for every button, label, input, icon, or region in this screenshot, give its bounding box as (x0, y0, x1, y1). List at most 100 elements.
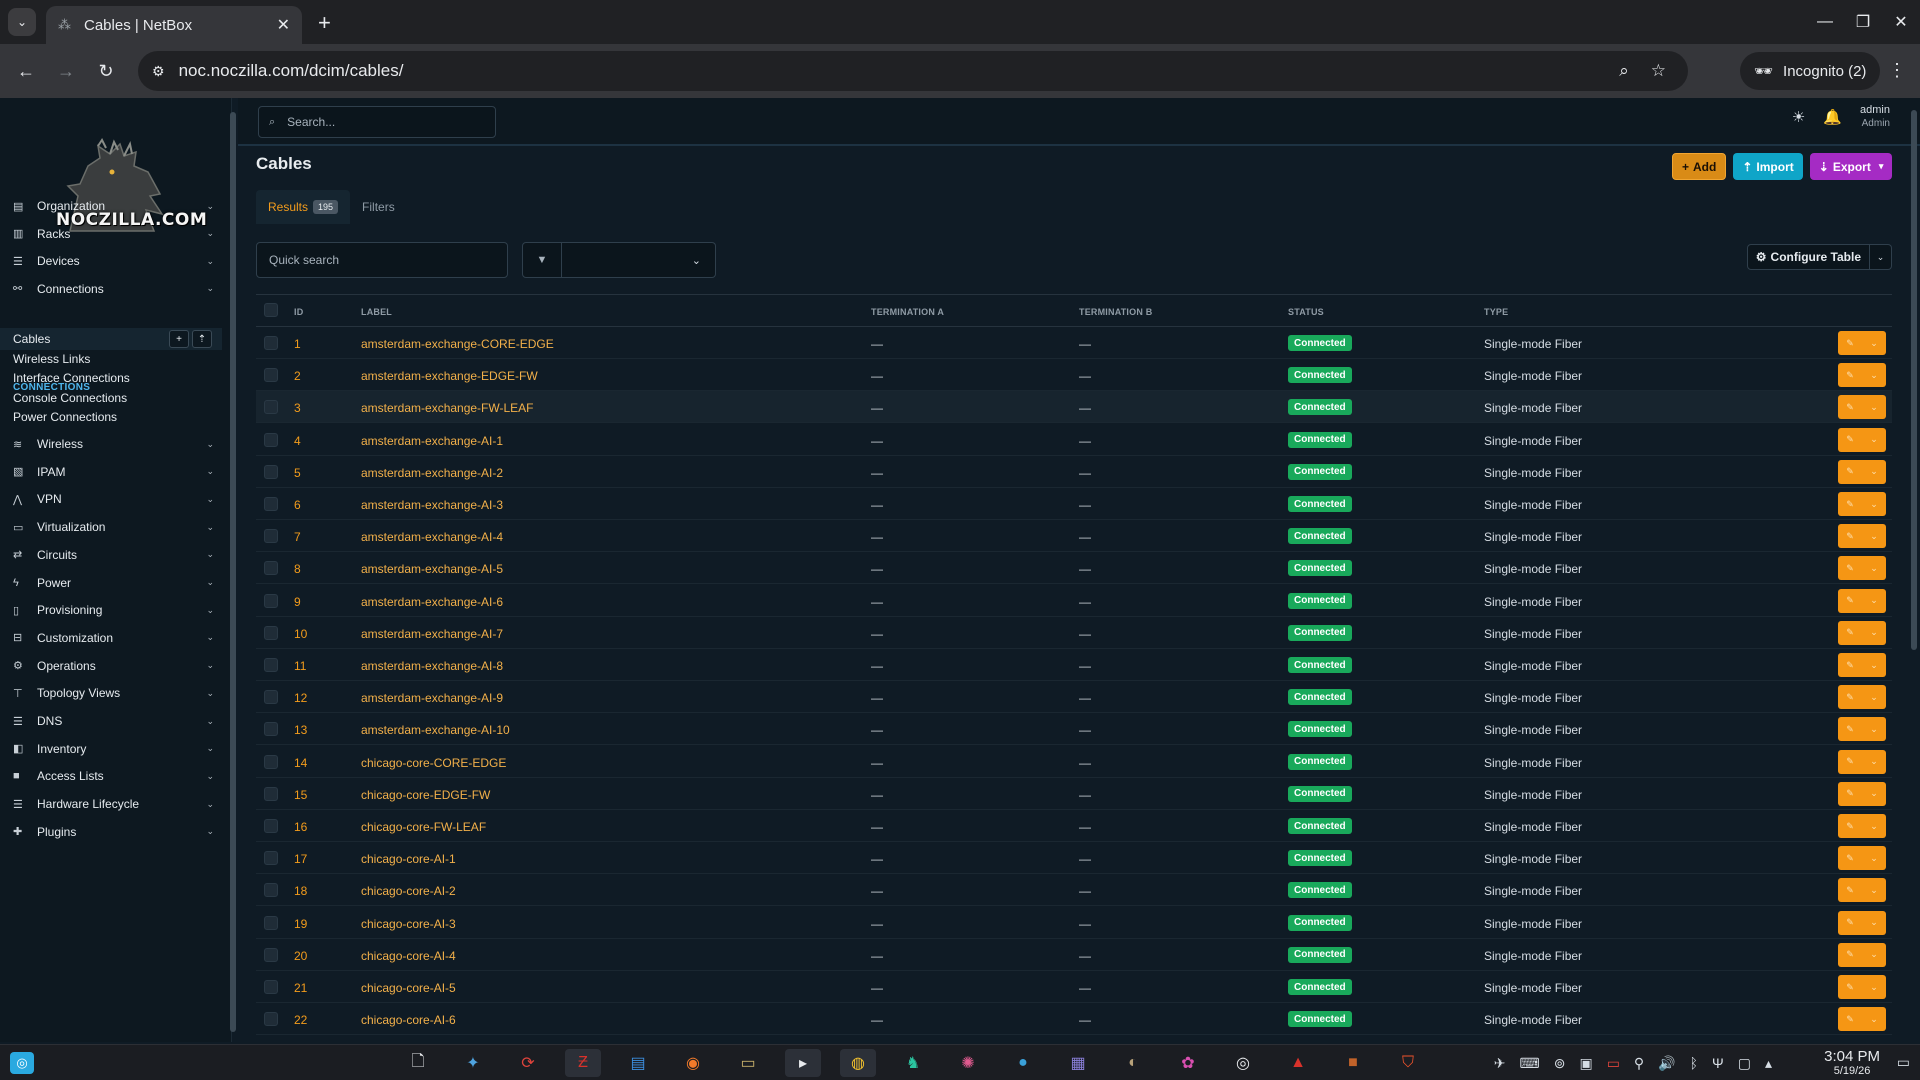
screen-icon[interactable]: ▢ (1738, 1055, 1751, 1072)
clock[interactable]: 3:04 PM 5/19/26 (1824, 1048, 1880, 1077)
keyboard-icon[interactable]: ⌨ (1520, 1055, 1540, 1072)
sidebar-section-organization[interactable]: ▤ Organization ⌄ (0, 192, 222, 220)
writer-app-icon[interactable]: ▤ (620, 1049, 656, 1077)
row-checkbox[interactable] (264, 786, 278, 801)
table-row[interactable]: 10 amsterdam-exchange-AI-7 — — Connected Sing… (256, 617, 1892, 649)
row-actions[interactable]: ✎ ⌄ (1838, 975, 1886, 999)
configure-table-button[interactable]: ⚙ Configure Table (1746, 244, 1870, 270)
configure-table-dropdown[interactable]: ⌄ (1870, 244, 1892, 270)
pinned-app-icon[interactable]: ✦ (455, 1049, 491, 1077)
column-header-termination-a[interactable]: TERMINATION A (871, 307, 944, 317)
close-window-icon[interactable]: ✕ (1882, 0, 1920, 44)
edit-icon[interactable]: ✎ (1846, 917, 1854, 928)
sidebar-section-vpn[interactable]: ⋀ VPN ⌄ (0, 485, 222, 513)
cable-id-link[interactable]: 18 (294, 884, 307, 898)
row-actions[interactable]: ✎ ⌄ (1838, 492, 1886, 516)
chevron-down-icon[interactable]: ⌄ (1870, 885, 1878, 896)
table-row[interactable]: 16 chicago-core-FW-LEAF — — Connected Single-… (256, 810, 1892, 842)
edit-icon[interactable]: ✎ (1846, 1014, 1854, 1025)
cable-label-link[interactable]: chicago-core-EDGE-FW (361, 788, 490, 802)
incognito-indicator[interactable]: 🕶 Incognito (2) (1740, 52, 1881, 90)
steam-icon[interactable]: ⊚ (1554, 1055, 1566, 1072)
cable-label-link[interactable]: chicago-core-AI-3 (361, 917, 456, 931)
cable-id-link[interactable]: 16 (294, 820, 307, 834)
chevron-down-icon[interactable]: ⌄ (1870, 788, 1878, 799)
row-checkbox[interactable] (264, 658, 278, 672)
row-checkbox[interactable] (264, 497, 278, 511)
chevron-down-icon[interactable]: ⌄ (1870, 724, 1878, 735)
cable-label-link[interactable]: amsterdam-exchange-FW-LEAF (361, 401, 534, 415)
row-actions[interactable]: ✎ ⌄ (1838, 363, 1886, 388)
select-all-checkbox[interactable] (264, 303, 278, 317)
row-actions[interactable]: ✎ ⌄ (1838, 331, 1886, 355)
color-app-icon[interactable]: ✺ (950, 1049, 986, 1077)
chevron-down-icon[interactable]: ⌄ (1870, 434, 1878, 445)
forward-icon[interactable]: → (46, 61, 86, 82)
table-row[interactable]: 5 amsterdam-exchange-AI-2 — — Connected Singl… (256, 456, 1892, 488)
chevron-down-icon[interactable]: ⌄ (1870, 595, 1878, 606)
location-icon[interactable]: ⚲ (1634, 1055, 1644, 1072)
edit-icon[interactable]: ✎ (1846, 499, 1854, 510)
column-header-termination-b[interactable]: TERMINATION B (1079, 307, 1152, 317)
cable-id-link[interactable]: 7 (294, 530, 301, 544)
edit-icon[interactable]: ✎ (1846, 982, 1854, 993)
row-actions[interactable]: ✎ ⌄ (1838, 846, 1886, 871)
cable-label-link[interactable]: amsterdam-exchange-AI-2 (361, 466, 503, 480)
new-tab-icon[interactable]: + (318, 10, 331, 36)
cable-id-link[interactable]: 15 (294, 788, 307, 802)
row-actions[interactable]: ✎ ⌄ (1838, 395, 1886, 420)
cable-id-link[interactable]: 13 (294, 723, 307, 737)
table-row[interactable]: 4 amsterdam-exchange-AI-1 — — Connected Singl… (256, 424, 1892, 456)
row-actions[interactable]: ✎ ⌄ (1838, 878, 1886, 903)
app-icon-blue[interactable]: ● (1005, 1049, 1041, 1077)
obs-icon[interactable]: ◎ (1225, 1049, 1261, 1077)
cable-label-link[interactable]: chicago-core-CORE-EDGE (361, 756, 506, 770)
edit-icon[interactable]: ✎ (1846, 788, 1854, 799)
cable-label-link[interactable]: amsterdam-exchange-EDGE-FW (361, 369, 538, 383)
row-checkbox[interactable] (264, 754, 278, 769)
sidebar-section-plugins[interactable]: ✚ Plugins ⌄ (0, 818, 222, 846)
row-actions[interactable]: ✎ ⌄ (1838, 942, 1886, 967)
volume-icon[interactable]: 🔊 (1658, 1055, 1675, 1072)
sidebar-section-wireless[interactable]: ≋ Wireless ⌄ (0, 430, 222, 458)
tab-filters[interactable]: Filters (350, 190, 407, 224)
sidebar-section-devices[interactable]: ☰ Devices ⌄ (0, 247, 222, 275)
cable-label-link[interactable]: amsterdam-exchange-CORE-EDGE (361, 337, 554, 351)
table-row[interactable]: 14 chicago-core-CORE-EDGE — — Connected Singl… (256, 746, 1892, 778)
row-actions[interactable]: ✎ ⌄ (1838, 910, 1886, 935)
sidebar-section-power[interactable]: ϟ Power ⌄ (0, 569, 222, 597)
chevron-down-icon[interactable]: ⌄ (1870, 1014, 1878, 1025)
row-checkbox[interactable] (264, 336, 278, 350)
cable-id-link[interactable]: 9 (294, 595, 301, 609)
row-checkbox[interactable] (264, 883, 278, 898)
cable-label-link[interactable]: chicago-core-AI-6 (361, 1013, 456, 1027)
cable-id-link[interactable]: 1 (294, 337, 301, 351)
global-search-input[interactable]: ⌕ Search... (258, 106, 496, 138)
row-checkbox[interactable] (264, 432, 278, 447)
cable-label-link[interactable]: amsterdam-exchange-AI-7 (361, 627, 503, 641)
table-row[interactable]: 7 amsterdam-exchange-AI-4 — — Connected Singl… (256, 520, 1892, 553)
usb-icon[interactable]: Ψ (1712, 1055, 1724, 1072)
cable-label-link[interactable]: amsterdam-exchange-AI-10 (361, 723, 510, 737)
cable-label-link[interactable]: chicago-core-AI-5 (361, 981, 456, 995)
row-checkbox[interactable] (264, 529, 278, 544)
row-actions[interactable]: ✎ ⌄ (1838, 653, 1886, 677)
row-checkbox[interactable] (264, 561, 278, 576)
edit-icon[interactable]: ✎ (1846, 724, 1854, 735)
zoom-icon[interactable]: ⌕ (1619, 61, 1629, 81)
cable-id-link[interactable]: 4 (294, 434, 301, 448)
cable-id-link[interactable]: 2 (294, 369, 301, 383)
table-row[interactable]: 8 amsterdam-exchange-AI-5 — — Connected Singl… (256, 552, 1892, 585)
edit-icon[interactable]: ✎ (1846, 660, 1854, 671)
row-actions[interactable]: ✎ ⌄ (1838, 717, 1886, 742)
clipboard-icon[interactable]: ▣ (1579, 1055, 1592, 1072)
row-checkbox[interactable] (264, 980, 278, 994)
sidebar-section-ipam[interactable]: ▧ IPAM ⌄ (0, 458, 222, 486)
sidebar-section-virtualization[interactable]: ▭ Virtualization ⌄ (0, 513, 222, 541)
cable-label-link[interactable]: amsterdam-exchange-AI-1 (361, 434, 503, 448)
add-cable-icon[interactable]: + (169, 330, 189, 348)
gimp-icon[interactable]: ◐ (1115, 1049, 1151, 1077)
cable-label-link[interactable]: amsterdam-exchange-AI-6 (361, 595, 503, 609)
row-actions[interactable]: ✎ ⌄ (1838, 427, 1886, 452)
row-checkbox[interactable] (264, 690, 278, 705)
